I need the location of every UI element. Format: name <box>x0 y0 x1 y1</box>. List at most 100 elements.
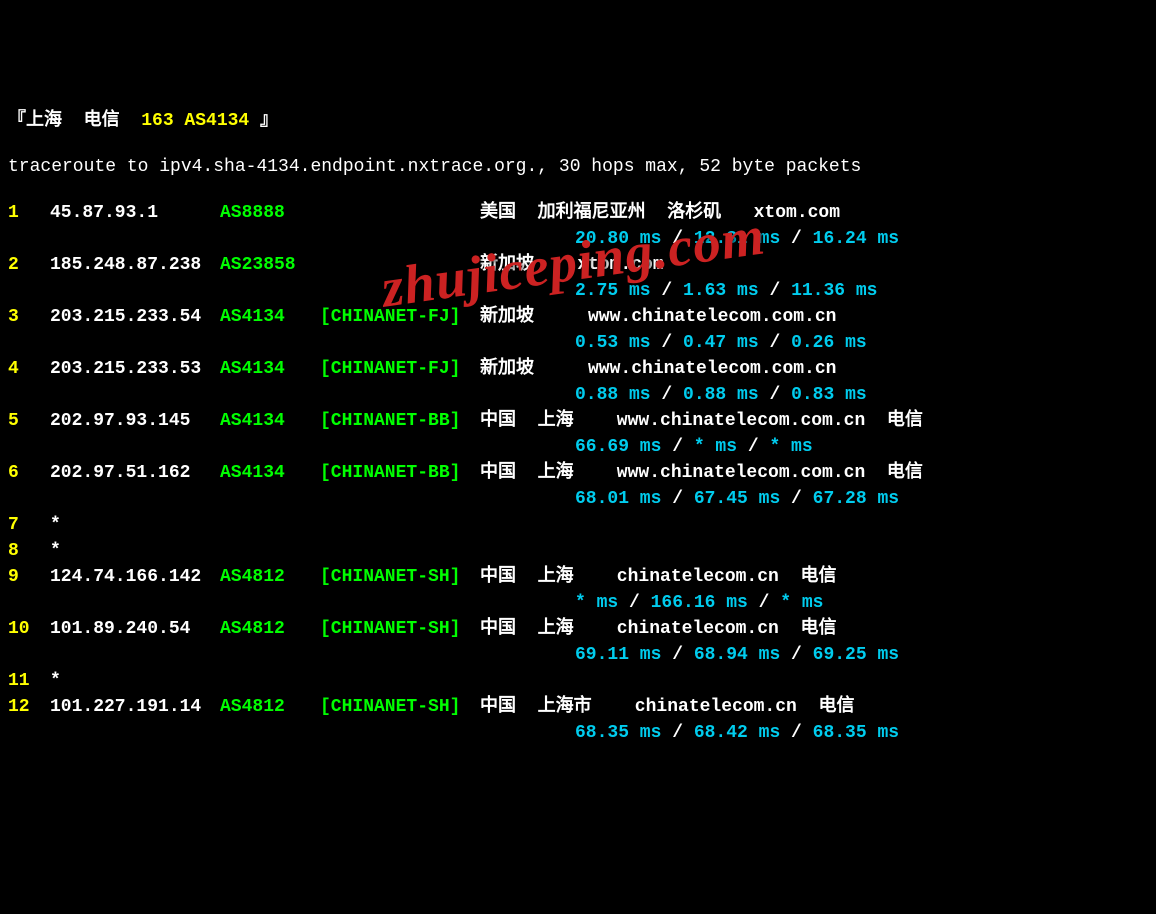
timing-2: 0.47 ms <box>683 333 759 353</box>
separator: / <box>759 281 791 301</box>
hop-ip: 124.74.166.142 <box>50 564 220 590</box>
hop-location: 新加坡 www.chinatelecom.com.cn <box>480 307 836 327</box>
timing-1: 2.75 ms <box>575 281 651 301</box>
hop-timing-row: 0.53 ms / 0.47 ms / 0.26 ms <box>8 330 1148 356</box>
hops-list: 145.87.93.1AS8888美国 加利福尼亚州 洛杉矶 xtom.com2… <box>8 200 1148 746</box>
hop-ip: 202.97.93.145 <box>50 408 220 434</box>
separator: / <box>661 437 693 457</box>
timing-1: 66.69 ms <box>575 437 661 457</box>
hop-location: 中国 上海 www.chinatelecom.com.cn 电信 <box>480 463 923 483</box>
hop-asn: AS23858 <box>220 252 320 278</box>
separator: / <box>780 229 812 249</box>
hop-number: 11 <box>8 668 50 694</box>
hop-timing-row: 20.80 ms / 12.31 ms / 16.24 ms <box>8 226 1148 252</box>
hop-number: 2 <box>8 252 50 278</box>
header-location: 上海 电信 <box>26 111 141 131</box>
traceroute-command: traceroute to ipv4.sha-4134.endpoint.nxt… <box>8 154 1148 180</box>
hop-tag: [CHINANET-FJ] <box>320 356 480 382</box>
timing-3: 0.26 ms <box>791 333 867 353</box>
hop-number: 12 <box>8 694 50 720</box>
timing-3: * ms <box>780 593 823 613</box>
hop-number: 8 <box>8 538 50 564</box>
separator: / <box>618 593 650 613</box>
hop-tag: [CHINANET-BB] <box>320 408 480 434</box>
hop-tag: [CHINANET-FJ] <box>320 304 480 330</box>
timing-1: * ms <box>575 593 618 613</box>
hop-ip: * <box>50 538 220 564</box>
timing-2: * ms <box>694 437 737 457</box>
separator: / <box>780 723 812 743</box>
hop-row: 6202.97.51.162AS4134[CHINANET-BB]中国 上海 w… <box>8 460 1148 486</box>
hop-ip: * <box>50 512 220 538</box>
timing-1: 0.88 ms <box>575 385 651 405</box>
hop-tag: [CHINANET-SH] <box>320 694 480 720</box>
hop-tag: [CHINANET-SH] <box>320 564 480 590</box>
hop-row: 3203.215.233.54AS4134[CHINANET-FJ]新加坡 ww… <box>8 304 1148 330</box>
timing-2: 166.16 ms <box>651 593 748 613</box>
timing-2: 67.45 ms <box>694 489 780 509</box>
hop-number: 9 <box>8 564 50 590</box>
timing-3: 11.36 ms <box>791 281 877 301</box>
separator: / <box>748 593 780 613</box>
hop-location: 中国 上海市 chinatelecom.cn 电信 <box>480 697 854 717</box>
timing-1: 68.35 ms <box>575 723 661 743</box>
hop-number: 5 <box>8 408 50 434</box>
hop-timing-row: 66.69 ms / * ms / * ms <box>8 434 1148 460</box>
timing-3: * ms <box>769 437 812 457</box>
hop-row: 2185.248.87.238AS23858 新加坡 xtom.com <box>8 252 1148 278</box>
hop-row: 5202.97.93.145AS4134[CHINANET-BB]中国 上海 w… <box>8 408 1148 434</box>
hop-ip: 203.215.233.53 <box>50 356 220 382</box>
hop-ip: 101.227.191.14 <box>50 694 220 720</box>
hop-row: 145.87.93.1AS8888美国 加利福尼亚州 洛杉矶 xtom.com <box>8 200 1148 226</box>
bracket-close: 』 <box>249 111 278 131</box>
hop-row: 9124.74.166.142AS4812[CHINANET-SH]中国 上海 … <box>8 564 1148 590</box>
hop-number: 10 <box>8 616 50 642</box>
hop-ip: 101.89.240.54 <box>50 616 220 642</box>
hop-asn: AS4134 <box>220 460 320 486</box>
hop-timing-row: 69.11 ms / 68.94 ms / 69.25 ms <box>8 642 1148 668</box>
timing-3: 69.25 ms <box>813 645 899 665</box>
hop-timing-row: 2.75 ms / 1.63 ms / 11.36 ms <box>8 278 1148 304</box>
timing-3: 67.28 ms <box>813 489 899 509</box>
hop-ip: 203.215.233.54 <box>50 304 220 330</box>
timing-1: 68.01 ms <box>575 489 661 509</box>
timing-2: 68.94 ms <box>694 645 780 665</box>
hop-asn: AS4134 <box>220 408 320 434</box>
hop-location: 新加坡 www.chinatelecom.com.cn <box>480 359 836 379</box>
separator: / <box>661 645 693 665</box>
hop-asn: AS4812 <box>220 694 320 720</box>
hop-row: 10101.89.240.54AS4812[CHINANET-SH]中国 上海 … <box>8 616 1148 642</box>
hop-location: 美国 加利福尼亚州 洛杉矶 xtom.com <box>480 203 840 223</box>
hop-location: 新加坡 xtom.com <box>480 255 664 275</box>
separator: / <box>780 489 812 509</box>
hop-number: 6 <box>8 460 50 486</box>
timing-3: 0.83 ms <box>791 385 867 405</box>
hop-timing-row: 0.88 ms / 0.88 ms / 0.83 ms <box>8 382 1148 408</box>
hop-location: 中国 上海 www.chinatelecom.com.cn 电信 <box>480 411 923 431</box>
timing-2: 1.63 ms <box>683 281 759 301</box>
hop-asn: AS4134 <box>220 356 320 382</box>
timing-1: 20.80 ms <box>575 229 661 249</box>
hop-asn: AS4812 <box>220 616 320 642</box>
hop-row: 4203.215.233.53AS4134[CHINANET-FJ]新加坡 ww… <box>8 356 1148 382</box>
hop-timing-row: * ms / 166.16 ms / * ms <box>8 590 1148 616</box>
hop-row: 8* <box>8 538 1148 564</box>
separator: / <box>651 281 683 301</box>
hop-row: 11* <box>8 668 1148 694</box>
hop-number: 1 <box>8 200 50 226</box>
timing-2: 0.88 ms <box>683 385 759 405</box>
header-line: 『上海 电信 163 AS4134 』 <box>8 108 1148 134</box>
separator: / <box>759 333 791 353</box>
timing-1: 69.11 ms <box>575 645 661 665</box>
separator: / <box>651 385 683 405</box>
hop-tag: [CHINANET-SH] <box>320 616 480 642</box>
timing-2: 12.31 ms <box>694 229 780 249</box>
header-asn: 163 AS4134 <box>141 111 249 131</box>
hop-number: 3 <box>8 304 50 330</box>
hop-number: 7 <box>8 512 50 538</box>
separator: / <box>737 437 769 457</box>
separator: / <box>651 333 683 353</box>
hop-ip: 185.248.87.238 <box>50 252 220 278</box>
timing-3: 16.24 ms <box>813 229 899 249</box>
hop-location: 中国 上海 chinatelecom.cn 电信 <box>480 567 836 587</box>
